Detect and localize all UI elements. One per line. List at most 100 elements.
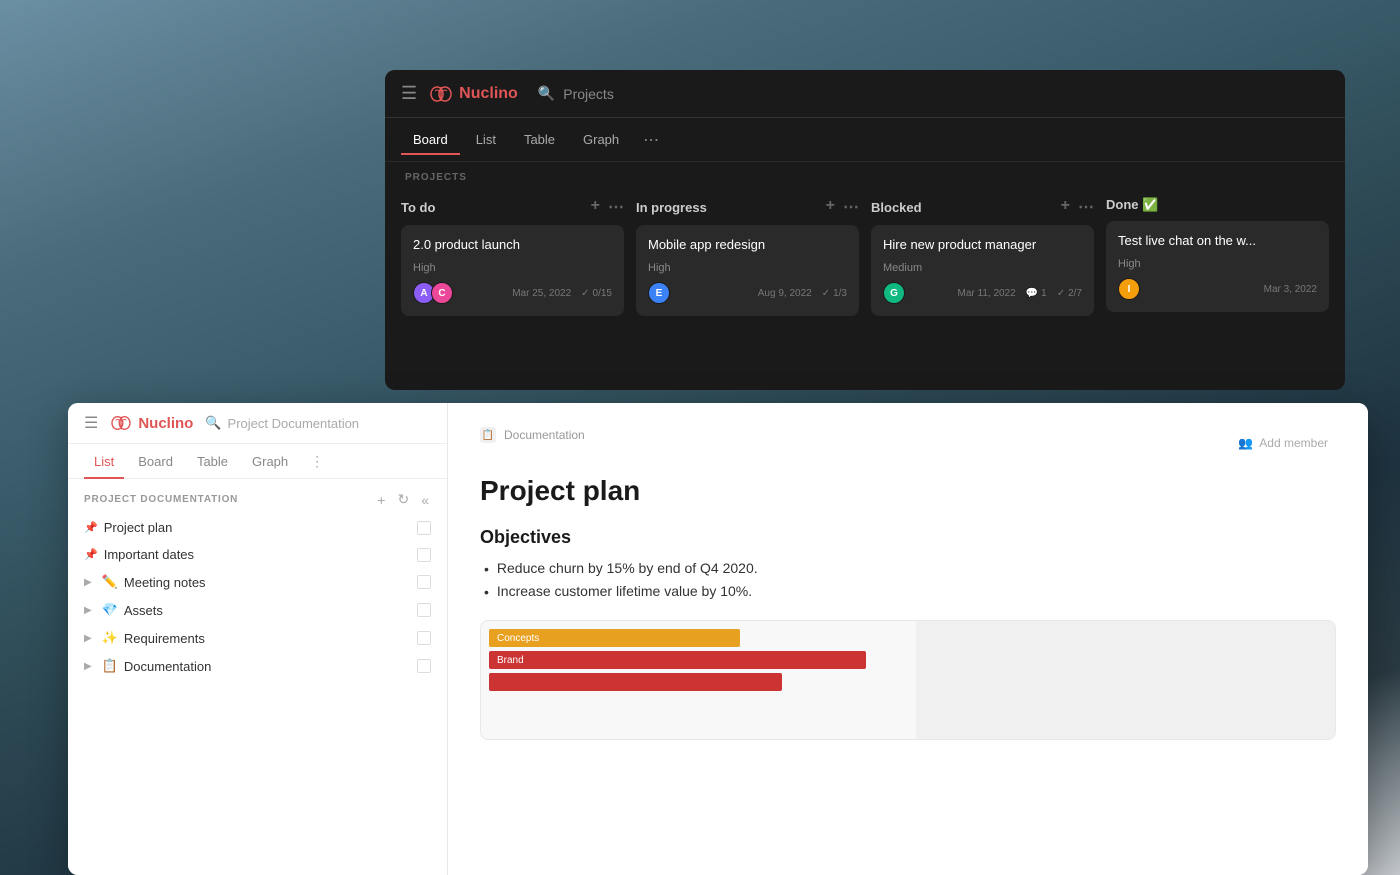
- top-tabs-bar: Board List Table Graph ⋯: [385, 118, 1345, 162]
- sidebar-section-actions: + ↻ «: [375, 489, 431, 510]
- sidebar-tab-table[interactable]: Table: [187, 444, 238, 479]
- breadcrumb: 📋 Documentation: [480, 427, 585, 443]
- expand-icon-2[interactable]: ▶: [84, 605, 92, 616]
- project-documentation-panel: ☰ Nuclino 🔍 Project Documentation List B…: [68, 403, 1368, 875]
- expand-icon-1[interactable]: ▶: [84, 577, 92, 588]
- column-todo: To do + ⋯ 2.0 product launch High A C Ma…: [401, 189, 624, 390]
- sidebar-refresh-btn[interactable]: ↻: [395, 489, 411, 510]
- card-product-launch[interactable]: 2.0 product launch High A C Mar 25, 2022…: [401, 225, 624, 316]
- breadcrumb-icon: 📋: [480, 427, 496, 443]
- card-hire-manager-count: ✓ 2/7: [1057, 288, 1082, 299]
- sidebar-item-important-dates[interactable]: 📌 Important dates: [68, 541, 447, 568]
- sidebar-tab-board[interactable]: Board: [128, 444, 183, 479]
- card-product-launch-date: Mar 25, 2022: [512, 288, 571, 299]
- sidebar-add-btn[interactable]: +: [375, 490, 387, 510]
- card-mobile-app-avatars: E: [648, 282, 666, 304]
- sidebar-item-meeting-notes-checkbox[interactable]: [417, 575, 431, 589]
- breadcrumb-doc-icon: 📋: [482, 430, 494, 441]
- column-todo-add-icon[interactable]: +: [591, 197, 600, 217]
- sidebar-item-assets-label: Assets: [124, 603, 163, 618]
- checkmark-icon-3: ✓: [1057, 288, 1065, 299]
- top-tabs-more-icon[interactable]: ⋯: [635, 130, 667, 150]
- sidebar-item-assets-left: ▶ 💎 Assets: [84, 602, 163, 618]
- sidebar-logo: Nuclino: [110, 414, 193, 432]
- sidebar-item-assets[interactable]: ▶ 💎 Assets: [68, 596, 447, 624]
- meeting-notes-emoji: ✏️: [102, 574, 118, 590]
- tab-board[interactable]: Board: [401, 126, 460, 155]
- avatar-3: E: [648, 282, 670, 304]
- column-blocked-actions: + ⋯: [1061, 197, 1094, 217]
- pin-icon-2: 📌: [84, 548, 98, 561]
- card-test-live-chat-title: Test live chat on the w...: [1118, 233, 1317, 248]
- sidebar-item-meeting-notes[interactable]: ▶ ✏️ Meeting notes: [68, 568, 447, 596]
- add-member-button[interactable]: 👥 Add member: [1230, 432, 1336, 454]
- column-inprogress-more-icon[interactable]: ⋯: [843, 197, 859, 217]
- top-hamburger-icon[interactable]: ☰: [401, 83, 417, 104]
- card-mobile-app[interactable]: Mobile app redesign High E Aug 9, 2022 ✓…: [636, 225, 859, 316]
- checkmark-icon: ✓: [581, 288, 589, 299]
- sidebar-item-requirements-checkbox[interactable]: [417, 631, 431, 645]
- comment-icon: 💬: [1026, 288, 1038, 299]
- sidebar-brain-icon: [110, 414, 132, 432]
- sidebar-item-project-plan-label: Project plan: [104, 520, 173, 535]
- column-todo-header: To do + ⋯: [401, 189, 624, 225]
- card-hire-manager-priority: Medium: [883, 262, 1082, 274]
- expand-icon-4[interactable]: ▶: [84, 661, 92, 672]
- tab-graph[interactable]: Graph: [571, 126, 631, 155]
- card-hire-manager-meta: Mar 11, 2022 💬 1 ✓ 2/7: [958, 288, 1083, 299]
- card-hire-manager[interactable]: Hire new product manager Medium G Mar 11…: [871, 225, 1094, 316]
- sidebar-tab-list[interactable]: List: [84, 444, 124, 479]
- card-mobile-app-meta: Aug 9, 2022 ✓ 1/3: [758, 288, 847, 299]
- doc-top-row: 📋 Documentation 👥 Add member: [480, 427, 1336, 459]
- top-search-bar[interactable]: 🔍 Projects: [538, 85, 614, 102]
- column-blocked-more-icon[interactable]: ⋯: [1078, 197, 1094, 217]
- sidebar-section-label: PROJECT DOCUMENTATION: [84, 494, 238, 505]
- tab-table[interactable]: Table: [512, 126, 567, 155]
- card-mobile-app-count: ✓ 1/3: [822, 288, 847, 299]
- expand-icon-3[interactable]: ▶: [84, 633, 92, 644]
- sidebar-item-project-plan[interactable]: 📌 Project plan: [68, 514, 447, 541]
- sidebar-item-documentation[interactable]: ▶ 📋 Documentation: [68, 652, 447, 680]
- document-title: Project plan: [480, 475, 1336, 507]
- documentation-emoji: 📋: [102, 658, 118, 674]
- sidebar-item-requirements-left: ▶ ✨ Requirements: [84, 630, 205, 646]
- chart-bar-concepts-label: Concepts: [497, 633, 539, 644]
- card-mobile-app-title: Mobile app redesign: [648, 237, 847, 252]
- sidebar-item-project-plan-left: 📌 Project plan: [84, 520, 172, 535]
- sidebar-item-requirements[interactable]: ▶ ✨ Requirements: [68, 624, 447, 652]
- sidebar-logo-text: Nuclino: [138, 415, 193, 432]
- card-test-live-chat-date: Mar 3, 2022: [1264, 284, 1317, 295]
- checkmark-icon-2: ✓: [822, 288, 830, 299]
- sidebar-item-meeting-notes-left: ▶ ✏️ Meeting notes: [84, 574, 206, 590]
- sidebar-item-important-dates-checkbox[interactable]: [417, 548, 431, 562]
- column-blocked-add-icon[interactable]: +: [1061, 197, 1070, 217]
- card-product-launch-footer: A C Mar 25, 2022 ✓ 0/15: [413, 282, 612, 304]
- tab-list[interactable]: List: [464, 126, 508, 155]
- sidebar-item-project-plan-checkbox[interactable]: [417, 521, 431, 535]
- column-blocked-header: Blocked + ⋯: [871, 189, 1094, 225]
- sidebar-hamburger-icon[interactable]: ☰: [84, 413, 98, 433]
- sidebar-item-assets-checkbox[interactable]: [417, 603, 431, 617]
- chart-preview: Concepts Brand: [480, 620, 1336, 740]
- sidebar-search[interactable]: 🔍 Project Documentation: [205, 415, 359, 431]
- column-inprogress-add-icon[interactable]: +: [826, 197, 835, 217]
- card-test-live-chat-priority: High: [1118, 258, 1317, 270]
- card-test-live-chat-avatars: I: [1118, 278, 1136, 300]
- sidebar-tab-graph[interactable]: Graph: [242, 444, 298, 479]
- sidebar-section-header: PROJECT DOCUMENTATION + ↻ «: [68, 479, 447, 514]
- column-todo-more-icon[interactable]: ⋯: [608, 197, 624, 217]
- projects-panel: ☰ Nuclino 🔍 Projects Board List Table Gr…: [385, 70, 1345, 390]
- sidebar-collapse-btn[interactable]: «: [419, 490, 431, 510]
- objective-2: Increase customer lifetime value by 10%.: [480, 583, 1336, 600]
- card-product-launch-avatars: A C: [413, 282, 449, 304]
- sidebar-item-documentation-checkbox[interactable]: [417, 659, 431, 673]
- column-todo-actions: + ⋯: [591, 197, 624, 217]
- column-done-label: Done ✅: [1106, 197, 1158, 213]
- sidebar-tabs-more-icon[interactable]: ⋮: [302, 453, 332, 470]
- sidebar-item-important-dates-label: Important dates: [104, 547, 194, 562]
- pin-icon-1: 📌: [84, 521, 98, 534]
- card-hire-manager-date: Mar 11, 2022: [958, 288, 1016, 299]
- card-test-live-chat[interactable]: Test live chat on the w... High I Mar 3,…: [1106, 221, 1329, 312]
- sidebar-tabs: List Board Table Graph ⋮: [68, 444, 447, 479]
- card-mobile-app-footer: E Aug 9, 2022 ✓ 1/3: [648, 282, 847, 304]
